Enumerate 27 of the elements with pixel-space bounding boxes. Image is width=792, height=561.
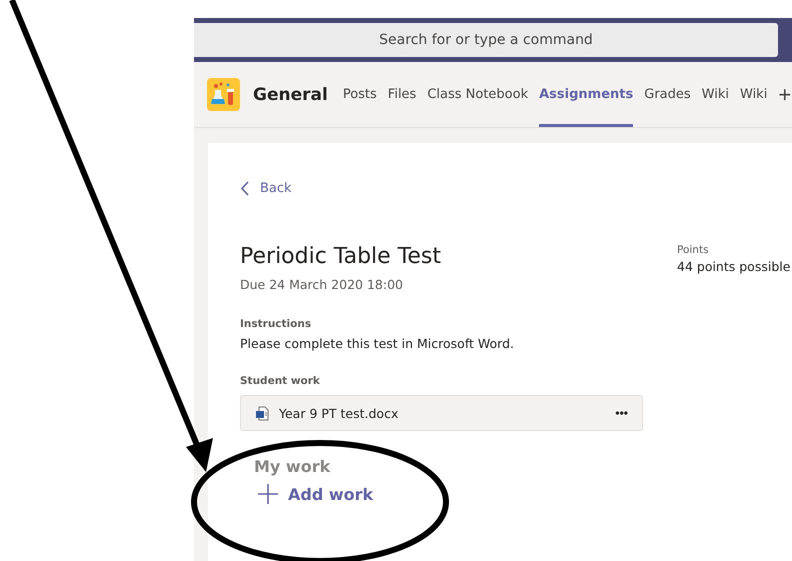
file-name: Year 9 PT test.docx bbox=[279, 406, 400, 420]
file-attachment[interactable]: Year 9 PT test.docx ••• bbox=[240, 395, 643, 431]
plus-icon bbox=[258, 484, 278, 504]
add-tab-button[interactable]: + bbox=[778, 82, 792, 108]
student-work-label: Student work bbox=[240, 375, 321, 387]
channel-tab[interactable]: Assignments bbox=[539, 62, 634, 127]
points-value: 44 points possible bbox=[677, 259, 790, 274]
assignment-title: Periodic Table Test bbox=[240, 244, 442, 269]
team-icon bbox=[207, 78, 240, 111]
add-work-button[interactable]: Add work bbox=[258, 484, 374, 504]
channel-tab[interactable]: Wiki bbox=[702, 62, 729, 127]
my-work-heading: My work bbox=[254, 457, 332, 476]
search-field[interactable]: Search for or type a command bbox=[194, 23, 778, 57]
channel-tab[interactable]: Wiki bbox=[740, 62, 768, 127]
channel-tab[interactable]: Files bbox=[388, 62, 416, 127]
channel-name: General bbox=[253, 84, 328, 104]
chevron-left-icon bbox=[240, 181, 249, 196]
instructions-label: Instructions bbox=[240, 318, 312, 330]
points-label: Points bbox=[677, 244, 710, 256]
more-options-button[interactable]: ••• bbox=[615, 406, 628, 420]
channel-tab[interactable]: Class Notebook bbox=[427, 62, 528, 127]
channel-tab[interactable]: Grades bbox=[644, 62, 691, 127]
due-date: Due 24 March 2020 18:00 bbox=[240, 277, 404, 292]
channel-tab[interactable]: Posts bbox=[342, 62, 377, 127]
back-link[interactable]: Back bbox=[240, 181, 292, 196]
instructions-text: Please complete this test in Microsoft Word. bbox=[240, 336, 515, 351]
word-file-icon bbox=[255, 406, 269, 420]
